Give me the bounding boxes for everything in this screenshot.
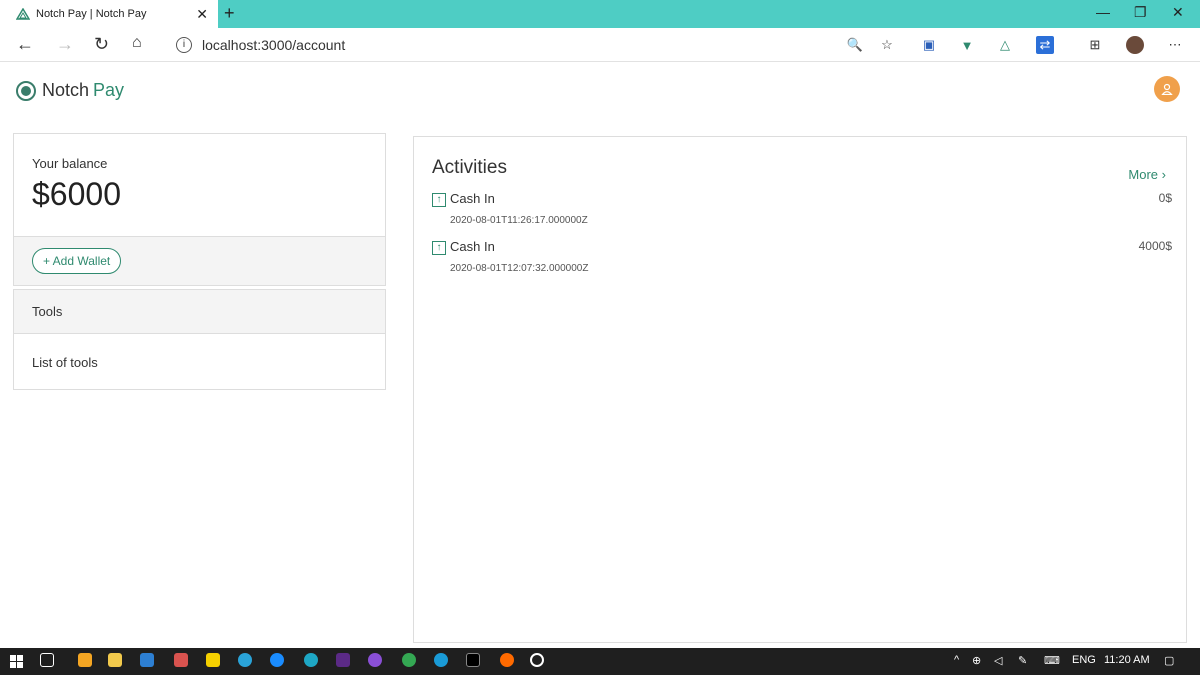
terminal-icon[interactable] bbox=[466, 653, 480, 667]
nuxt-extension-icon[interactable]: △ bbox=[996, 36, 1014, 54]
browser-tab-bar: Notch Pay | Notch Pay ✕ + — ❐ ✕ bbox=[0, 0, 1200, 28]
favorite-star-icon[interactable]: ☆ bbox=[878, 36, 896, 54]
triangle-logo-icon bbox=[16, 8, 30, 20]
sublime-icon[interactable] bbox=[78, 653, 92, 667]
brand-name: Notch bbox=[42, 80, 90, 100]
close-tab-icon[interactable]: ✕ bbox=[196, 6, 208, 23]
activity-amount: 4000$ bbox=[1138, 239, 1172, 253]
new-tab-icon[interactable]: + bbox=[224, 3, 235, 24]
clock[interactable]: 11:20 AM bbox=[1104, 654, 1150, 666]
search-app-icon[interactable] bbox=[500, 653, 514, 667]
volume-icon[interactable]: ◁ bbox=[994, 654, 1002, 667]
minimize-icon[interactable]: — bbox=[1096, 4, 1110, 20]
brand-logo[interactable]: Notch Pay bbox=[16, 80, 124, 101]
pen-icon[interactable]: ✎ bbox=[1018, 654, 1027, 667]
back-icon[interactable]: ← bbox=[16, 34, 34, 55]
telegram-icon[interactable] bbox=[238, 653, 252, 667]
notifications-icon[interactable]: ▢ bbox=[1164, 654, 1174, 667]
info-icon[interactable]: i bbox=[176, 37, 192, 53]
collections-icon[interactable]: ⊞ bbox=[1086, 36, 1104, 54]
activity-item[interactable]: ↑ Cash In 2020-08-01T11:26:17.000000Z 0$ bbox=[432, 191, 1172, 231]
show-hidden-icons-icon[interactable]: ^ bbox=[954, 654, 959, 666]
network-icon[interactable]: ⊕ bbox=[972, 654, 981, 667]
save-extension-icon[interactable]: ▣ bbox=[920, 36, 938, 54]
balance-label: Your balance bbox=[32, 156, 108, 171]
activities-panel: Activities More › ↑ Cash In 2020-08-01T1… bbox=[413, 136, 1187, 643]
app-icon-red[interactable] bbox=[174, 653, 188, 667]
chevron-right-icon: › bbox=[1161, 167, 1166, 182]
app-icon-violet[interactable] bbox=[368, 653, 382, 667]
browser-tab[interactable]: Notch Pay | Notch Pay ✕ bbox=[0, 0, 218, 28]
url-field[interactable]: i localhost:3000/account bbox=[166, 32, 906, 58]
chrome-icon[interactable] bbox=[402, 653, 416, 667]
app-icon-blue[interactable] bbox=[434, 653, 448, 667]
user-avatar[interactable] bbox=[1154, 76, 1180, 102]
windows-taskbar: ^ ⊕ ◁ ✎ ⌨ ENG 11:20 AM ▢ bbox=[0, 648, 1200, 675]
arrow-up-icon: ↑ bbox=[432, 193, 446, 207]
activity-date: 2020-08-01T11:26:17.000000Z bbox=[450, 215, 588, 226]
home-icon[interactable]: ⌂ bbox=[132, 34, 142, 52]
wallet-row: + Add Wallet bbox=[13, 236, 386, 286]
brand-suffix: Pay bbox=[93, 80, 125, 100]
balance-value: $6000 bbox=[32, 176, 121, 212]
more-link[interactable]: More › bbox=[1128, 167, 1166, 182]
balance-card: Your balance $6000 bbox=[13, 133, 386, 236]
activities-title: Activities bbox=[432, 157, 507, 178]
close-window-icon[interactable]: ✕ bbox=[1172, 4, 1184, 21]
activity-type: Cash In bbox=[450, 191, 495, 206]
task-view-icon[interactable] bbox=[40, 653, 54, 667]
user-icon bbox=[1161, 83, 1173, 95]
language-indicator[interactable]: ENG bbox=[1072, 654, 1096, 666]
tools-list-text: List of tools bbox=[32, 355, 98, 370]
activity-amount: 0$ bbox=[1158, 191, 1172, 205]
vscode-icon[interactable] bbox=[140, 653, 154, 667]
activity-type: Cash In bbox=[450, 239, 495, 254]
activity-date: 2020-08-01T12:07:32.000000Z bbox=[450, 263, 589, 274]
activity-item[interactable]: ↑ Cash In 2020-08-01T12:07:32.000000Z 40… bbox=[432, 239, 1172, 279]
arrow-up-icon: ↑ bbox=[432, 241, 446, 255]
keyboard-icon[interactable]: ⌨ bbox=[1044, 654, 1060, 667]
vue-devtools-icon[interactable]: ▼ bbox=[958, 36, 976, 54]
record-icon[interactable] bbox=[530, 653, 544, 667]
url-text: localhost:3000/account bbox=[202, 37, 346, 53]
tools-header: Tools bbox=[14, 290, 385, 334]
edge-icon[interactable] bbox=[304, 653, 318, 667]
app-icon-purple[interactable] bbox=[336, 653, 350, 667]
logo-mark-icon bbox=[16, 80, 36, 101]
sticky-notes-icon[interactable] bbox=[206, 653, 220, 667]
tools-card: Tools List of tools bbox=[13, 289, 386, 390]
address-bar: ← → ↻ ⌂ i localhost:3000/account 🔍 ☆ ▣ ▼… bbox=[0, 28, 1200, 62]
windows-start-icon[interactable] bbox=[10, 655, 23, 668]
key-icon[interactable]: 🔍 bbox=[846, 36, 864, 54]
file-explorer-icon[interactable] bbox=[108, 653, 122, 667]
more-label: More bbox=[1128, 167, 1159, 182]
profile-avatar-icon[interactable] bbox=[1126, 36, 1144, 54]
translate-extension-icon[interactable]: ⇄ bbox=[1036, 36, 1054, 54]
forward-icon[interactable]: → bbox=[56, 34, 74, 55]
messenger-icon[interactable] bbox=[270, 653, 284, 667]
tab-title: Notch Pay | Notch Pay bbox=[36, 8, 147, 20]
restore-icon[interactable]: ❐ bbox=[1134, 4, 1147, 21]
add-wallet-button[interactable]: + Add Wallet bbox=[32, 248, 122, 274]
more-menu-icon[interactable]: ⋯ bbox=[1166, 36, 1184, 54]
app-header: Notch Pay bbox=[0, 62, 1200, 118]
refresh-icon[interactable]: ↻ bbox=[94, 34, 109, 55]
